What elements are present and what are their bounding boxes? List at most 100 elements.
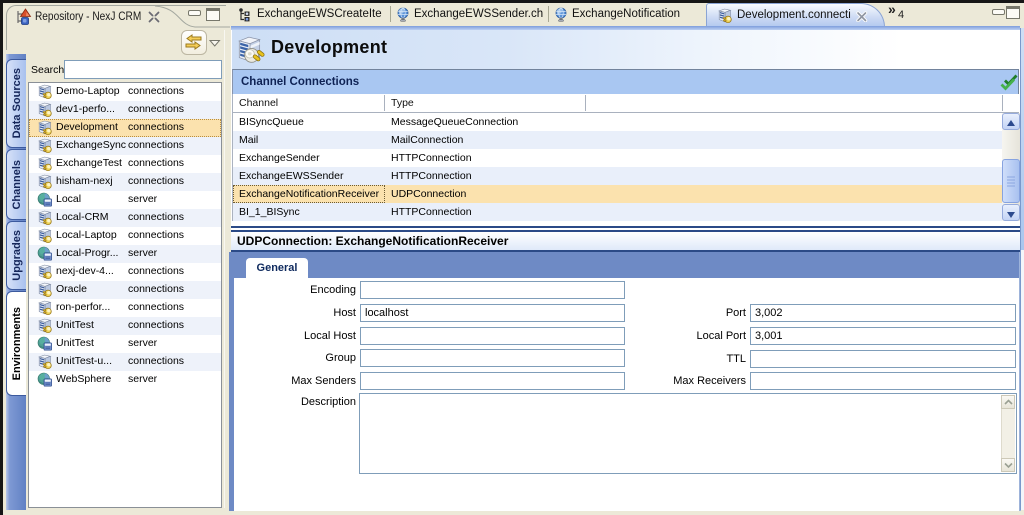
environment-item[interactable]: Local-Laptopconnections xyxy=(29,227,221,245)
item-name: Local-Laptop xyxy=(56,229,117,241)
field-label-max-receivers: Max Receivers xyxy=(626,375,746,387)
tab-overflow-indicator[interactable]: »4 xyxy=(888,0,908,24)
field-label-local-port: Local Port xyxy=(626,330,746,342)
connections-icon xyxy=(37,210,53,226)
scroll-down-button[interactable] xyxy=(1002,204,1020,221)
window-border-left xyxy=(0,0,3,515)
environment-item[interactable]: UnitTestserver xyxy=(29,335,221,353)
connections-icon xyxy=(37,228,53,244)
table-header: Channel Type xyxy=(233,94,1019,113)
sidebar-tab-channels[interactable]: Channels xyxy=(6,149,26,220)
channel-row[interactable]: ExchangeNotificationReceiverUDPConnectio… xyxy=(233,185,1002,203)
desc-scroll-up-button[interactable] xyxy=(1001,395,1015,409)
environment-item[interactable]: UnitTest-u...connections xyxy=(29,353,221,371)
tab-close-icon[interactable] xyxy=(856,11,868,22)
description-textarea[interactable] xyxy=(359,393,1017,474)
field-input-group[interactable] xyxy=(360,349,625,367)
item-type: server xyxy=(128,337,157,349)
environment-item[interactable]: Developmentconnections xyxy=(29,119,221,137)
cell-type: HTTPConnection xyxy=(391,206,472,218)
connections-icon xyxy=(37,264,53,280)
field-input-encoding[interactable] xyxy=(360,281,625,299)
editor-tab-3[interactable]: ExchangeNotification xyxy=(548,3,706,26)
table-scrollbar[interactable] xyxy=(1002,113,1020,221)
column-header-type[interactable]: Type xyxy=(391,97,414,109)
sidebar-tab-upgrades[interactable]: Upgrades xyxy=(6,221,26,290)
editor-maximize-button[interactable] xyxy=(1006,6,1020,19)
environment-item[interactable]: nexj-dev-4...connections xyxy=(29,263,221,281)
environment-item[interactable]: hisham-nexjconnections xyxy=(29,173,221,191)
environment-item[interactable]: UnitTestconnections xyxy=(29,317,221,335)
environment-item[interactable]: Localserver xyxy=(29,191,221,209)
environment-item[interactable]: Local-Progr... server xyxy=(29,245,221,263)
environments-list: Demo-Laptopconnectionsdev1-perfo...conne… xyxy=(28,82,222,508)
field-input-local-host[interactable] xyxy=(360,327,625,345)
item-name: Local xyxy=(56,193,81,205)
scroll-up-button[interactable] xyxy=(1002,113,1020,130)
environment-item[interactable]: ExchangeSyncconnections xyxy=(29,137,221,155)
editor-minimize-button[interactable] xyxy=(992,9,1005,15)
column-divider[interactable] xyxy=(384,95,385,111)
search-input[interactable] xyxy=(64,60,222,79)
sidebar-tab-data-sources[interactable]: Data Sources xyxy=(6,59,26,148)
detail-tab-bar xyxy=(231,252,1020,278)
server-icon xyxy=(37,246,53,262)
environment-item[interactable]: WebSphereserver xyxy=(29,371,221,389)
environment-item[interactable]: Local-CRMconnections xyxy=(29,209,221,227)
channel-row[interactable]: ExchangeSenderHTTPConnection xyxy=(233,149,1002,167)
channel-row[interactable]: BI_1_BISyncHTTPConnection xyxy=(233,203,1002,221)
view-title: Repository - NexJ CRM xyxy=(35,11,141,23)
connections-icon xyxy=(37,120,53,136)
item-name: hisham-nexj xyxy=(56,175,113,187)
item-name: dev1-perfo... xyxy=(56,103,115,115)
connections-file-icon xyxy=(717,8,733,24)
field-input-max-receivers[interactable] xyxy=(750,372,1016,390)
channel-row[interactable]: ExchangeEWSSenderHTTPConnection xyxy=(233,167,1002,185)
field-input-ttl[interactable] xyxy=(750,350,1016,368)
scrollbar-thumb[interactable] xyxy=(1002,159,1020,203)
search-label: Search xyxy=(31,64,64,76)
editor-tab-1[interactable]: ExchangeEWSCreateIte xyxy=(233,3,390,26)
column-divider[interactable] xyxy=(1002,95,1003,111)
sash[interactable] xyxy=(224,30,225,508)
field-input-max-senders[interactable] xyxy=(360,372,625,390)
channel-row[interactable]: BISyncQueueMessageQueueConnection xyxy=(233,113,1002,131)
detail-title: UDPConnection: ExchangeNotificationRecei… xyxy=(237,234,508,248)
page-title: Development xyxy=(271,37,387,58)
item-name: Local-Progr... xyxy=(56,247,118,259)
view-menu-dropdown-icon[interactable] xyxy=(209,39,221,47)
desc-scroll-down-button[interactable] xyxy=(1001,458,1015,472)
editor-tab-2[interactable]: ExchangeEWSSender.ch xyxy=(390,3,548,26)
cell-type: HTTPConnection xyxy=(391,170,472,182)
field-input-local-port[interactable]: 3,001 xyxy=(750,327,1016,345)
item-type: connections xyxy=(128,265,184,277)
view-minimize-button[interactable] xyxy=(188,10,201,16)
column-header-channel[interactable]: Channel xyxy=(239,97,278,109)
connections-icon xyxy=(37,318,53,334)
connections-icon xyxy=(37,138,53,154)
environment-item[interactable]: Demo-Laptopconnections xyxy=(29,83,221,101)
channel-row[interactable]: MailMailConnection xyxy=(233,131,1002,149)
view-close-icon[interactable] xyxy=(147,10,161,24)
item-type: server xyxy=(128,373,157,385)
editor-tab-4[interactable]: Development.connecti xyxy=(706,3,885,27)
connections-icon xyxy=(37,156,53,172)
environment-item[interactable]: ExchangeTestconnections xyxy=(29,155,221,173)
environment-item[interactable]: dev1-perfo...connections xyxy=(29,101,221,119)
connections-icon xyxy=(37,282,53,298)
view-maximize-button[interactable] xyxy=(206,8,220,21)
item-name: Development xyxy=(56,121,118,133)
item-type: server xyxy=(128,247,157,259)
tree-icon xyxy=(238,7,254,23)
column-divider[interactable] xyxy=(585,95,586,111)
item-type: connections xyxy=(128,301,184,313)
item-name: ron-perfor... xyxy=(56,301,110,313)
link-editor-button[interactable] xyxy=(181,30,207,55)
environment-item[interactable]: ron-perfor... connections xyxy=(29,299,221,317)
environment-item[interactable]: Oracleconnections xyxy=(29,281,221,299)
field-input-host[interactable]: localhost xyxy=(360,304,625,322)
sidebar-tab-environments[interactable]: Environments xyxy=(6,291,26,396)
tab-general[interactable]: General xyxy=(246,258,308,278)
field-input-port[interactable]: 3,002 xyxy=(750,304,1016,322)
cell-channel: ExchangeNotificationReceiver xyxy=(239,188,379,200)
